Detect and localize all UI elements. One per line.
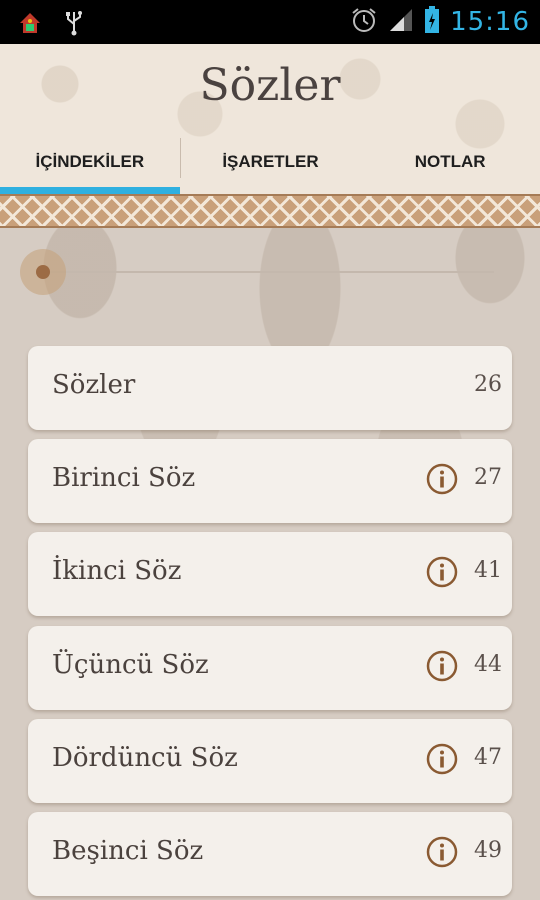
tab-bar: İÇİNDEKİLER İŞARETLER NOTLAR: [0, 130, 540, 194]
tab-label: İŞARETLER: [222, 152, 319, 171]
header: Sözler İÇİNDEKİLER İŞARETLER NOTLAR: [0, 44, 540, 194]
list-item[interactable]: Üçüncü Söz 44: [28, 626, 512, 710]
list-item-label: İkinci Söz: [52, 556, 182, 586]
list-item-label: Beşinci Söz: [52, 836, 204, 866]
list-item-label: Sözler: [52, 370, 136, 400]
tab-bookmarks[interactable]: İŞARETLER: [181, 130, 361, 194]
app-notification-icon: [18, 11, 42, 39]
list-item[interactable]: Birinci Söz 27: [28, 439, 512, 523]
list-item-label: Dördüncü Söz: [52, 743, 238, 773]
list-item-page: 49: [474, 838, 502, 863]
list-item-label: Birinci Söz: [52, 463, 196, 493]
info-icon[interactable]: [426, 836, 458, 868]
clock-time: 15:16: [450, 7, 530, 37]
list-item[interactable]: Beşinci Söz 49: [28, 812, 512, 896]
list-item-label: Üçüncü Söz: [52, 650, 209, 680]
info-icon[interactable]: [426, 743, 458, 775]
page-slider-track[interactable]: [42, 271, 494, 273]
page-title: Sözler: [199, 60, 341, 111]
alarm-icon: [350, 6, 378, 38]
page-slider-thumb[interactable]: [20, 249, 66, 295]
list-item[interactable]: Dördüncü Söz 47: [28, 719, 512, 803]
list-item-page: 26: [474, 372, 502, 397]
status-bar: 15:16: [0, 0, 540, 44]
info-icon[interactable]: [426, 463, 458, 495]
tab-contents[interactable]: İÇİNDEKİLER: [0, 130, 180, 194]
tab-notes[interactable]: NOTLAR: [360, 130, 540, 194]
list-item-page: 41: [474, 558, 502, 583]
list-item-page: 44: [474, 652, 502, 677]
list-item-page: 27: [474, 465, 502, 490]
tab-label: NOTLAR: [414, 152, 486, 171]
slider-thumb-dot: [36, 265, 50, 279]
usb-icon: [64, 10, 84, 40]
info-icon[interactable]: [426, 650, 458, 682]
list-item[interactable]: Sözler 26: [28, 346, 512, 430]
decorative-border: [0, 194, 540, 228]
signal-icon: [388, 7, 414, 37]
list-item-page: 47: [474, 745, 502, 770]
tab-label: İÇİNDEKİLER: [35, 152, 145, 171]
battery-icon: [424, 6, 440, 38]
info-icon[interactable]: [426, 556, 458, 588]
list-item[interactable]: İkinci Söz 41: [28, 532, 512, 616]
